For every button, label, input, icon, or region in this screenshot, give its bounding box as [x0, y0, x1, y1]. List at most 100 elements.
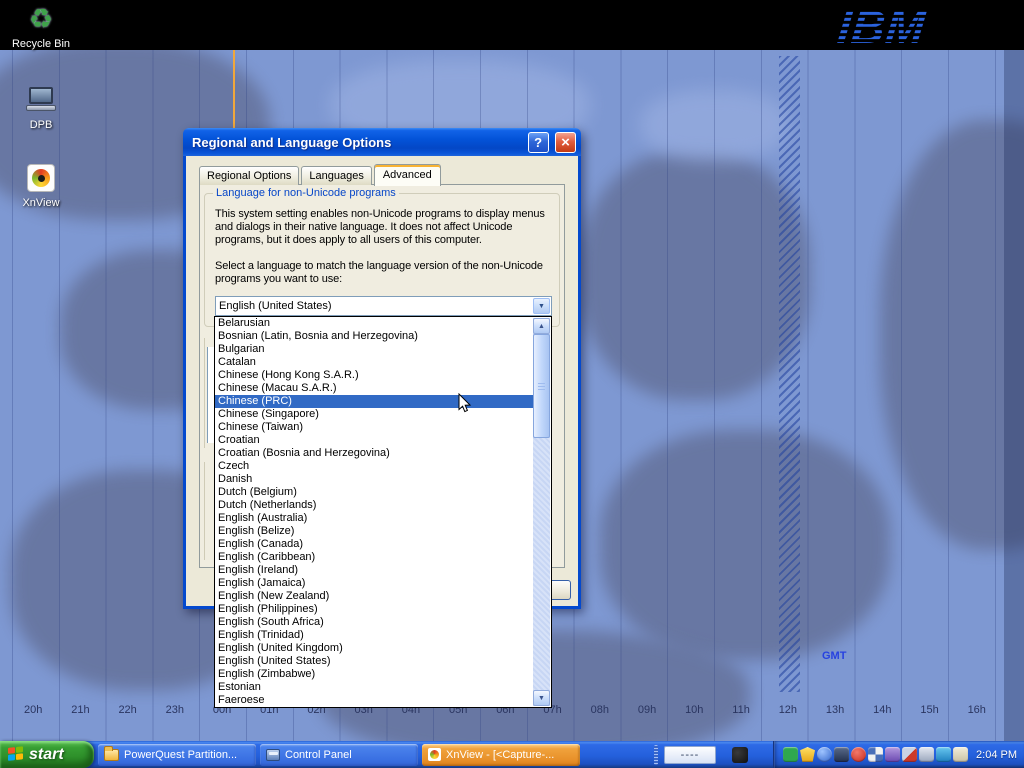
dropdown-item-selected[interactable]: Chinese (PRC)	[215, 395, 534, 408]
recycle-bin-icon: ♻	[24, 3, 58, 35]
hour-label: 08h	[591, 704, 609, 716]
dropdown-item[interactable]: Chinese (Taiwan)	[215, 421, 534, 434]
hidden-groupbox-border-fragment	[204, 338, 205, 448]
dropdown-item[interactable]: Czech	[215, 460, 534, 473]
dropdown-item[interactable]: English (Caribbean)	[215, 551, 534, 564]
hour-label: 13h	[826, 704, 844, 716]
tab-regional-options[interactable]: Regional Options	[199, 166, 299, 185]
dropdown-item[interactable]: Dutch (Netherlands)	[215, 499, 534, 512]
gmt-label: GMT	[822, 650, 846, 662]
dropdown-item[interactable]: Catalan	[215, 356, 534, 369]
deskband-display[interactable]: ----	[664, 746, 716, 764]
dropdown-item[interactable]: Bulgarian	[215, 343, 534, 356]
close-button[interactable]: ×	[555, 132, 576, 153]
dropdown-item[interactable]: Faeroese	[215, 694, 534, 707]
mouse-cursor	[458, 393, 472, 414]
windows-flag-icon	[8, 746, 24, 763]
dropdown-item[interactable]: Danish	[215, 473, 534, 486]
dropdown-item[interactable]: Dutch (Belgium)	[215, 486, 534, 499]
scrollbar-thumb[interactable]	[533, 334, 550, 438]
xnview-icon	[428, 748, 441, 761]
toolbar-grip-handle[interactable]	[654, 745, 658, 765]
chevron-down-icon: ▼	[538, 303, 545, 310]
xnview-eye-icon	[24, 162, 58, 194]
groupbox-instruction-text: Select a language to match the language …	[215, 260, 560, 286]
dropdown-item[interactable]: English (United States)	[215, 655, 534, 668]
dropdown-item[interactable]: Bosnian (Latin, Bosnia and Herzegovina)	[215, 330, 534, 343]
time-marker-line	[233, 50, 235, 130]
hidden-listbox-edge-fragment	[207, 347, 214, 443]
scrollbar-track[interactable]	[533, 334, 550, 690]
scroll-down-button[interactable]: ▼	[533, 690, 550, 706]
dropdown-item[interactable]: English (Ireland)	[215, 564, 534, 577]
hour-label: 09h	[638, 704, 656, 716]
language-non-unicode-groupbox: Language for non-Unicode programs This s…	[204, 193, 560, 327]
tray-icon-10[interactable]	[936, 747, 951, 762]
combobox-dropdown-button[interactable]: ▼	[533, 298, 550, 314]
deskband-icon[interactable]	[732, 747, 748, 763]
hour-label: 14h	[873, 704, 891, 716]
dropdown-item[interactable]: Croatian (Bosnia and Herzegovina)	[215, 447, 534, 460]
dropdown-item[interactable]: Chinese (Macau S.A.R.)	[215, 382, 534, 395]
tray-icon-4[interactable]	[834, 747, 849, 762]
dropdown-item[interactable]: Croatian	[215, 434, 534, 447]
dropdown-item[interactable]: Chinese (Singapore)	[215, 408, 534, 421]
tray-icon-9[interactable]	[919, 747, 934, 762]
tray-icon-6[interactable]	[868, 747, 883, 762]
language-combobox[interactable]: English (United States) ▼	[215, 296, 552, 316]
hidden-groupbox-border-fragment	[204, 462, 205, 560]
scroll-up-button[interactable]: ▲	[533, 318, 550, 334]
taskbar-button-label: Control Panel	[285, 749, 352, 761]
hour-label: 10h	[685, 704, 703, 716]
dropdown-item[interactable]: Chinese (Hong Kong S.A.R.)	[215, 369, 534, 382]
control-panel-icon	[266, 749, 280, 761]
tray-icon-1[interactable]	[783, 747, 798, 762]
hour-label: 23h	[166, 704, 184, 716]
tray-icon-7[interactable]	[885, 747, 900, 762]
dialog-titlebar[interactable]: Regional and Language Options ? ×	[183, 128, 581, 156]
taskbar-button-powerquest[interactable]: PowerQuest Partition...	[98, 744, 256, 766]
dropdown-scrollbar[interactable]: ▲ ▼	[533, 318, 550, 706]
tray-icon-2[interactable]	[800, 747, 815, 762]
combobox-value: English (United States)	[219, 300, 332, 312]
dropdown-item[interactable]: Belarusian	[215, 317, 534, 330]
hour-label: 22h	[118, 704, 136, 716]
taskbar-clock[interactable]: 2:04 PM	[976, 749, 1017, 761]
tray-icon-11[interactable]	[953, 747, 968, 762]
dropdown-item[interactable]: English (Philippines)	[215, 603, 534, 616]
dropdown-items: Belarusian Bosnian (Latin, Bosnia and He…	[215, 317, 534, 707]
tab-languages[interactable]: Languages	[301, 166, 371, 185]
help-button[interactable]: ?	[528, 132, 549, 153]
taskbar-button-label: PowerQuest Partition...	[124, 749, 237, 761]
dropdown-item[interactable]: English (New Zealand)	[215, 590, 534, 603]
tray-icon-8[interactable]	[902, 747, 917, 762]
dropdown-item[interactable]: English (Canada)	[215, 538, 534, 551]
dropdown-item[interactable]: English (Trinidad)	[215, 629, 534, 642]
dropdown-item[interactable]: English (Jamaica)	[215, 577, 534, 590]
ibm-logo: IBM	[835, 0, 928, 54]
taskbar-button-xnview[interactable]: XnView - [<Capture-...	[422, 744, 580, 766]
taskbar-button-control-panel[interactable]: Control Panel	[260, 744, 418, 766]
desktop-icon-label: XnView	[2, 197, 80, 209]
start-label: start	[29, 746, 64, 764]
dropdown-item[interactable]: English (Zimbabwe)	[215, 668, 534, 681]
desktop-icon-xnview[interactable]: XnView	[2, 162, 80, 209]
dropdown-item[interactable]: English (Belize)	[215, 525, 534, 538]
timezone-hatch-band	[779, 56, 800, 692]
dropdown-item[interactable]: English (South Africa)	[215, 616, 534, 629]
dropdown-item[interactable]: Estonian	[215, 681, 534, 694]
dropdown-item[interactable]: English (United Kingdom)	[215, 642, 534, 655]
groupbox-caption: Language for non-Unicode programs	[213, 187, 399, 199]
desktop-icon-recycle-bin[interactable]: ♻ Recycle Bin	[2, 3, 80, 50]
start-button[interactable]: start	[0, 741, 94, 768]
language-dropdown-list: Belarusian Bosnian (Latin, Bosnia and He…	[214, 316, 552, 708]
tray-icon-3[interactable]	[817, 747, 832, 762]
tab-advanced[interactable]: Advanced	[374, 164, 441, 186]
laptop-icon	[24, 84, 58, 116]
taskbar: start PowerQuest Partition... Control Pa…	[0, 741, 1024, 768]
desktop-icon-dpb[interactable]: DPB	[2, 84, 80, 131]
system-tray: 2:04 PM	[773, 741, 1024, 768]
tray-icon-5[interactable]	[851, 747, 866, 762]
dropdown-item[interactable]: English (Australia)	[215, 512, 534, 525]
hour-label: 12h	[779, 704, 797, 716]
